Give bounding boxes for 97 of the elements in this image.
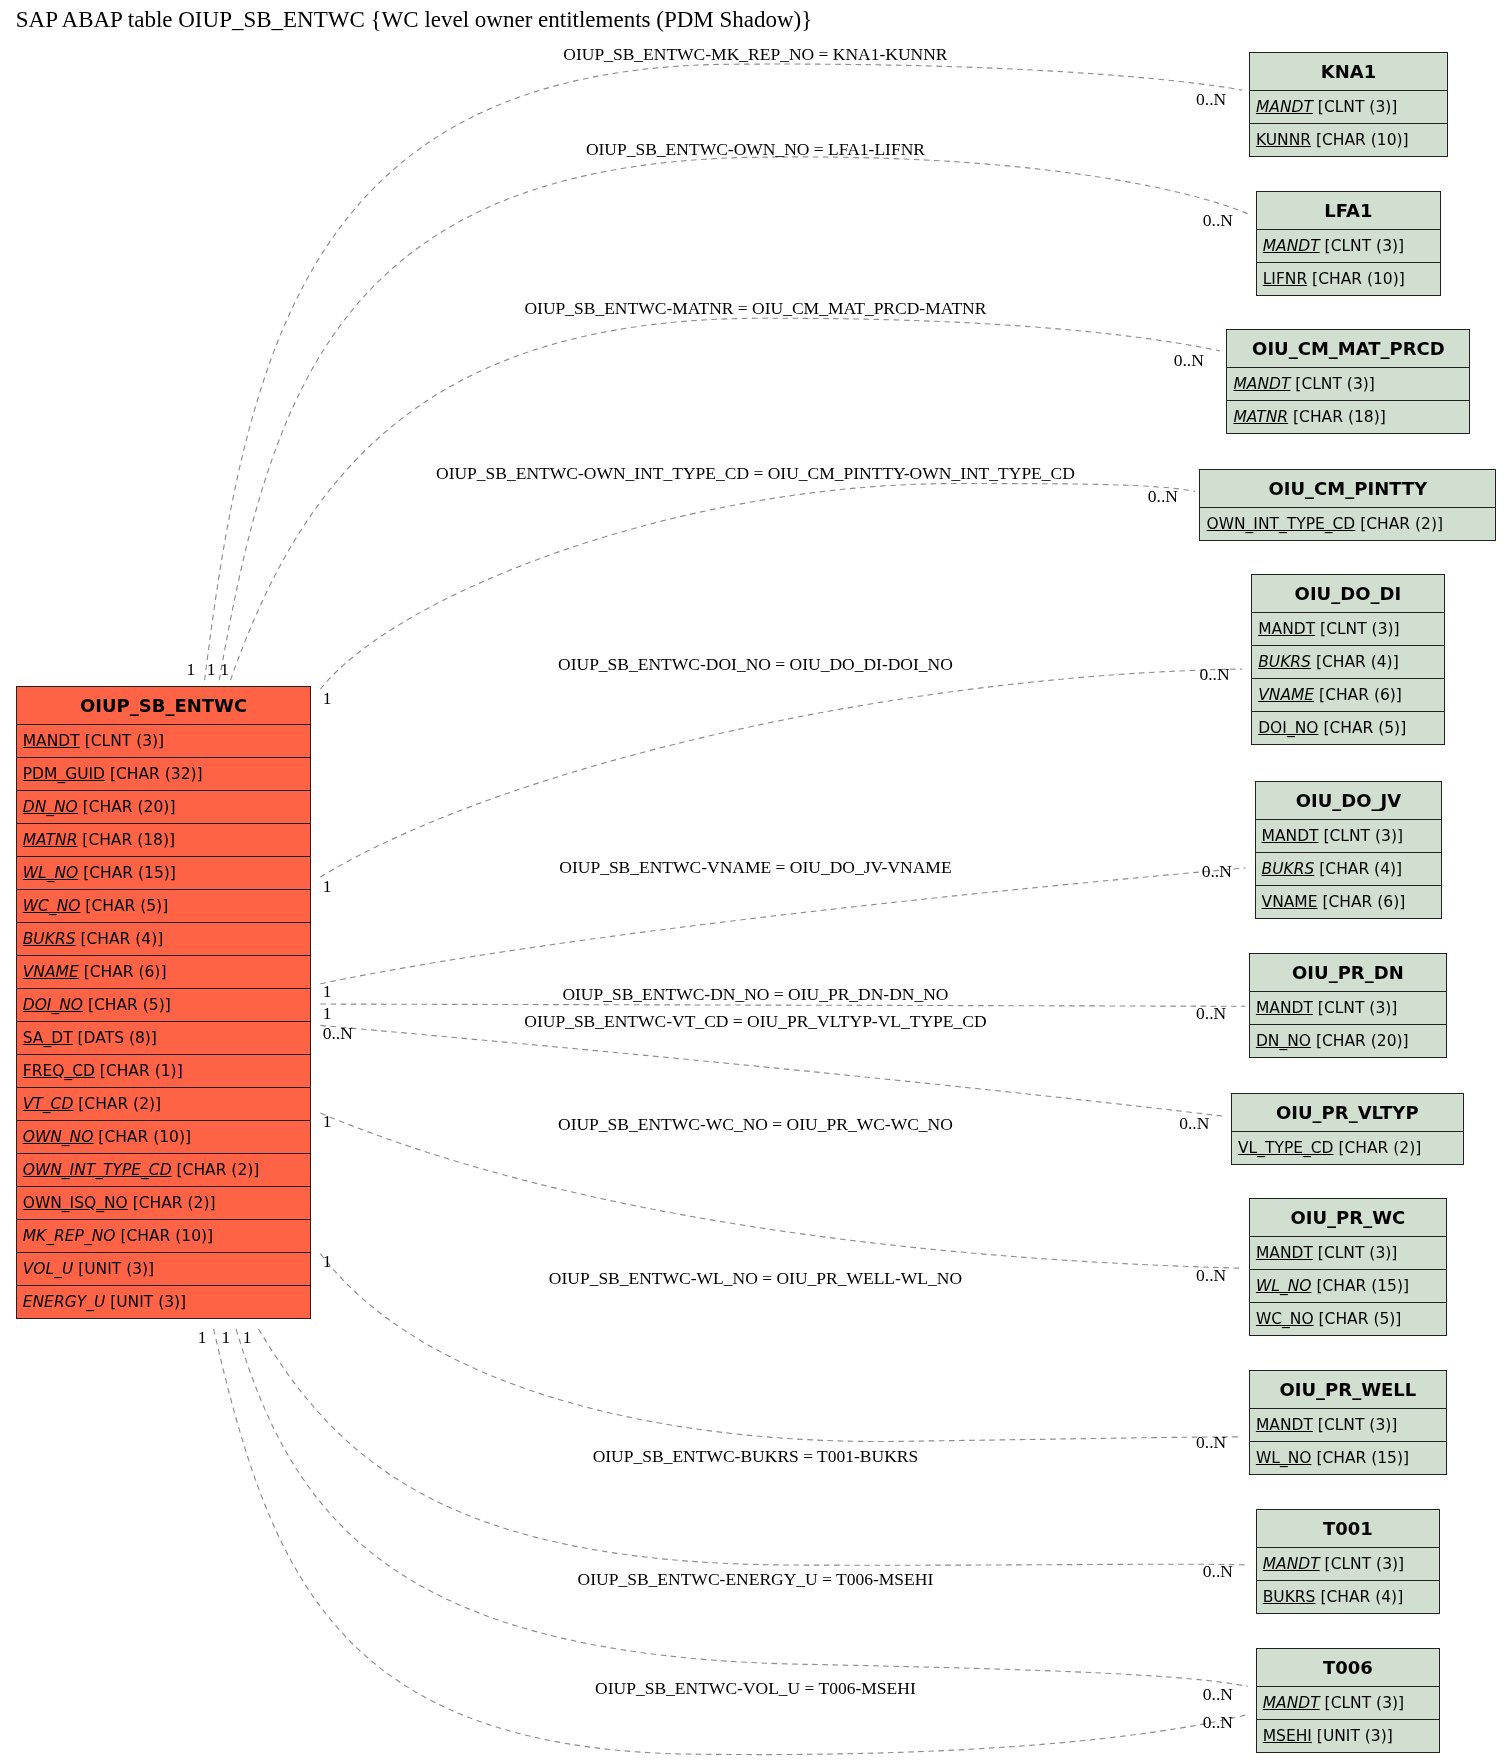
cardinality: 1 [186,658,196,680]
cardinality: 0..N [1173,349,1204,371]
cardinality: 1 [322,688,332,709]
cardinality: 0..N [1147,485,1178,507]
cardinality: 0..N [1199,664,1230,686]
table-name: LFA1 [1256,192,1441,231]
table-field: VNAME [CHAR (6)] [1252,679,1444,713]
table-field: MANDT [CLNT (3)] [1256,1687,1440,1720]
table-field: MANDT [CLNT (3)] [1252,613,1444,647]
cardinality: 0..N [1202,210,1233,232]
table-name: OIUP_SB_ENTWC [16,686,311,725]
table-field: MANDT [CLNT (3)] [1256,230,1441,264]
table-field: MK_REP_NO [CHAR (10)] [16,1219,311,1253]
cardinality: 0..N [322,1023,353,1044]
cardinality: 1 [221,1326,231,1348]
table-field: VNAME [CHAR (6)] [16,955,311,989]
relationship-label: OIUP_SB_ENTWC-MK_REP_NO = KNA1-KUNNR [563,43,948,65]
cardinality: 1 [206,658,216,680]
relationship-label: OIUP_SB_ENTWC-VT_CD = OIU_PR_VLTYP-VL_TYPE_CD [524,1010,987,1032]
table-field: DOI_NO [CHAR (5)] [16,988,311,1022]
table-name: OIU_PR_WC [1249,1199,1446,1238]
table-name: OIU_PR_WELL [1249,1371,1446,1410]
relationship-label: OIUP_SB_ENTWC-WL_NO = OIU_PR_WELL-WL_NO [548,1268,963,1290]
table-field: VNAME [CHAR (6)] [1255,886,1442,919]
table-field: MANDT [CLNT (3)] [1255,820,1442,854]
table-field: MANDT [CLNT (3)] [16,724,311,758]
cardinality: 1 [322,981,332,1003]
table-field: WC_NO [CHAR (5)] [1249,1303,1446,1336]
table-field: MANDT [CLNT (3)] [1249,90,1447,124]
cardinality: 1 [322,1251,332,1273]
relationship-label: OIUP_SB_ENTWC-VNAME = OIU_DO_JV-VNAME [559,856,952,878]
table-field: WC_NO [CHAR (5)] [16,889,311,923]
table-field: OWN_NO [CHAR (10)] [16,1120,311,1154]
table-field: WL_NO [CHAR (15)] [1249,1270,1446,1304]
relationship-label: OIUP_SB_ENTWC-WC_NO = OIU_PR_WC-WC_NO [558,1114,953,1136]
table-name: OIU_DO_DI [1252,575,1444,614]
table-field: VT_CD [CHAR (2)] [16,1087,311,1121]
table-field: FREQ_CD [CHAR (1)] [16,1054,311,1088]
table-name: OIU_PR_VLTYP [1231,1093,1463,1132]
cardinality: 0..N [1202,1684,1233,1705]
cardinality: 1 [220,658,230,680]
relationship-label: OIUP_SB_ENTWC-ENERGY_U = T006-MSEHI [577,1569,934,1591]
table-field: DN_NO [CHAR (20)] [1249,1025,1446,1058]
table-field: MANDT [CLNT (3)] [1227,368,1470,402]
table-field: MATNR [CHAR (18)] [1227,401,1470,434]
cardinality: 1 [242,1326,252,1348]
table-field: BUKRS [CHAR (4)] [1252,646,1444,680]
table-field: WL_NO [CHAR (15)] [16,856,311,890]
table-field: BUKRS [CHAR (4)] [1256,1580,1440,1613]
table-field: KUNNR [CHAR (10)] [1249,123,1447,156]
relationship-label: OIUP_SB_ENTWC-DN_NO = OIU_PR_DN-DN_NO [562,983,949,1005]
table-field: ENERGY_U [UNIT (3)] [16,1285,311,1318]
table-name: KNA1 [1249,52,1447,91]
table-name: OIU_PR_DN [1249,954,1446,993]
table-field: DOI_NO [CHAR (5)] [1252,712,1444,745]
relationship-label: OIUP_SB_ENTWC-DOI_NO = OIU_DO_DI-DOI_NO [558,654,953,676]
table-name: OIU_CM_MAT_PRCD [1227,330,1470,369]
table-field: BUKRS [CHAR (4)] [1255,853,1442,887]
table-field: DN_NO [CHAR (20)] [16,790,311,824]
table-field: OWN_ISQ_NO [CHAR (2)] [16,1186,311,1220]
table-name: T006 [1256,1649,1440,1687]
table-field: OWN_INT_TYPE_CD [CHAR (2)] [16,1153,311,1187]
table-field: MANDT [CLNT (3)] [1256,1547,1440,1581]
table-field: MANDT [CLNT (3)] [1249,992,1446,1026]
cardinality: 0..N [1179,1112,1210,1134]
table-field: MANDT [CLNT (3)] [1249,1237,1446,1271]
table-field: MATNR [CHAR (18)] [16,823,311,857]
table-field: SA_DT [DATS (8)] [16,1021,311,1055]
table-field: VL_TYPE_CD [CHAR (2)] [1231,1131,1463,1164]
table-field: PDM_GUID [CHAR (32)] [16,757,311,791]
relationship-label: OIUP_SB_ENTWC-OWN_NO = LFA1-LIFNR [585,139,925,161]
cardinality: 1 [322,1110,332,1132]
table-name: OIU_CM_PINTTY [1200,469,1496,508]
cardinality: 0..N [1196,1264,1227,1286]
relationship-label: OIUP_SB_ENTWC-OWN_INT_TYPE_CD = OIU_CM_PINTTY-OWN_INT_TYPE_CD [436,463,1075,485]
table-name: OIU_DO_JV [1255,782,1442,821]
cardinality: 0..N [1196,1432,1227,1454]
cardinality: 0..N [1202,1561,1233,1583]
table-field: MANDT [CLNT (3)] [1249,1409,1446,1443]
relationship-label: OIUP_SB_ENTWC-BUKRS = T001-BUKRS [592,1445,919,1467]
table-field: BUKRS [CHAR (4)] [16,922,311,956]
cardinality: 1 [322,875,332,897]
table-field: MSEHI [UNIT (3)] [1256,1720,1440,1752]
cardinality: 1 [322,1002,332,1024]
relationship-label: OIUP_SB_ENTWC-VOL_U = T006-MSEHI [595,1678,916,1700]
cardinality: 0..N [1201,861,1232,883]
cardinality: 0..N [1196,88,1227,110]
table-field: LIFNR [CHAR (10)] [1256,263,1441,296]
relationship-label: OIUP_SB_ENTWC-MATNR = OIU_CM_MAT_PRCD-MATNR [524,297,987,319]
table-field: VOL_U [UNIT (3)] [16,1252,311,1286]
cardinality: 0..N [1202,1712,1233,1734]
table-field: WL_NO [CHAR (15)] [1249,1442,1446,1475]
table-field: OWN_INT_TYPE_CD [CHAR (2)] [1200,507,1496,540]
diagram-title: SAP ABAP table OIUP_SB_ENTWC {WC level owner entitlements (PDM Shadow)} [15,6,813,33]
table-name: T001 [1256,1509,1440,1548]
cardinality: 0..N [1196,1002,1227,1024]
cardinality: 1 [197,1326,207,1348]
